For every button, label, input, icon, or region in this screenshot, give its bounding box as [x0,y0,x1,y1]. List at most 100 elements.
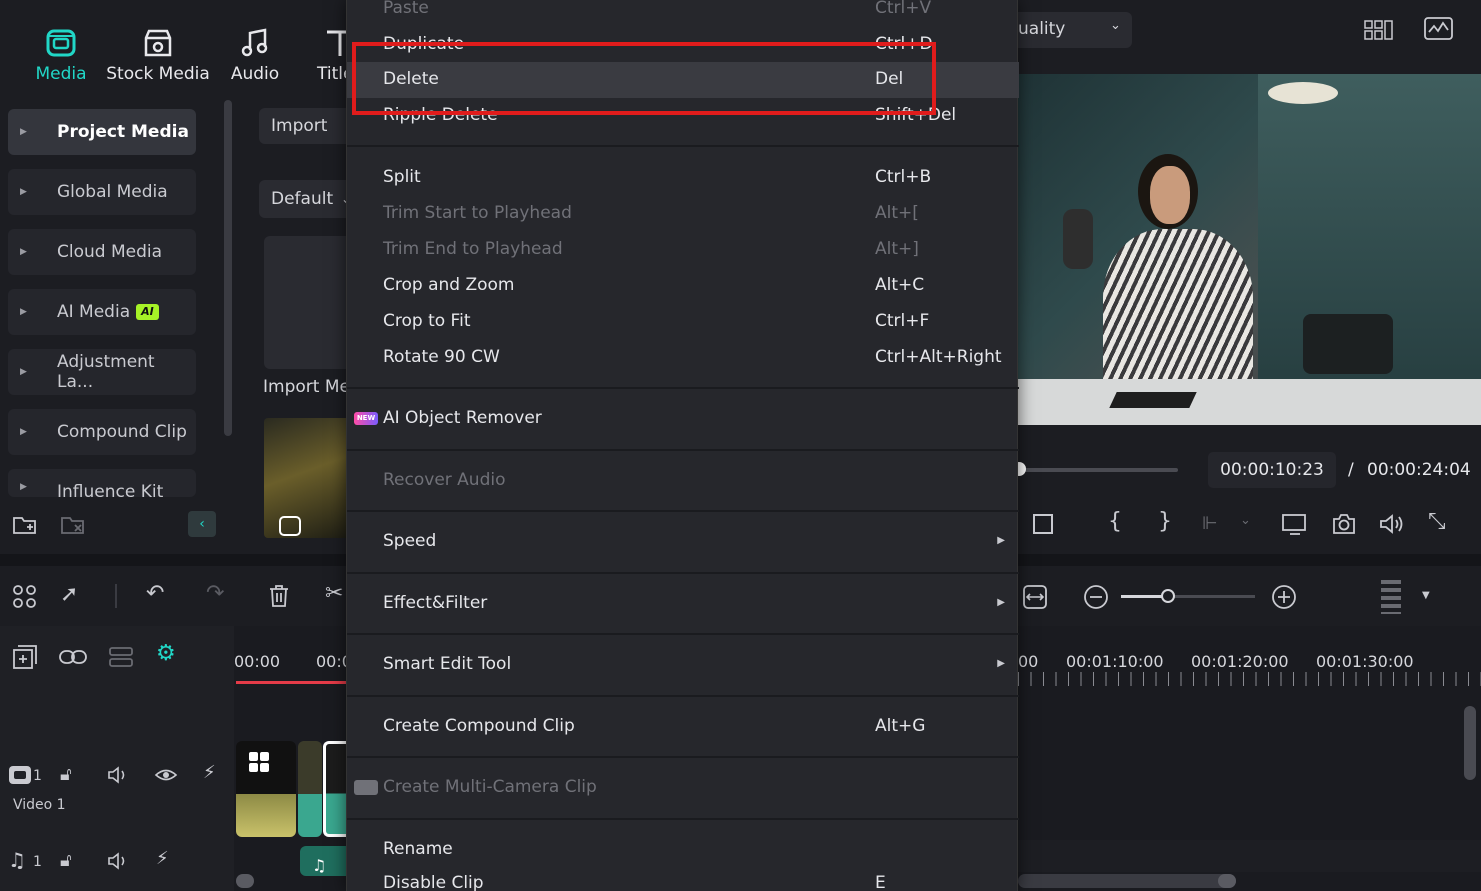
import-media-tile[interactable] [264,236,354,369]
media-icon [46,29,76,57]
link-icon[interactable] [58,646,88,668]
menu-item-ai-object-remover[interactable]: NEW AI Object Remover [347,401,1019,437]
triangle-right-icon: ▶ [20,367,27,377]
audio-clip[interactable]: ♫ [300,846,346,876]
menu-item-paste[interactable]: Paste Ctrl+V [347,0,1019,27]
menu-item-shortcut: Alt+[ [875,203,919,223]
auto-ripple-icon[interactable]: ⚙ [156,641,176,666]
audio-track-icon: ♫ [8,848,26,872]
import-media-label: Import Me [263,377,350,397]
fullscreen-icon[interactable]: ⤡ [1428,509,1446,534]
menu-separator [347,449,1019,451]
video-clip[interactable] [236,741,296,837]
tab-audio-label: Audio [230,64,280,84]
trash-icon[interactable] [268,584,290,608]
menu-item-rotate-90-cw[interactable]: Rotate 90 CW Ctrl+Alt+Right [347,340,1019,376]
horizontal-scroll-handle-right[interactable] [1218,874,1236,888]
stop-icon[interactable] [1033,514,1053,534]
person-shirt [1103,229,1253,399]
new-folder-icon[interactable] [12,514,38,536]
microphone [1063,209,1093,269]
magic-wand-icon[interactable]: ⚡︎ [203,762,216,783]
mark-in-icon[interactable]: { [1108,509,1122,534]
folder-remove-icon[interactable] [60,514,86,536]
sidebar-item-ai-media[interactable]: ▶ AI Media AI [8,289,196,335]
collapse-panel-button[interactable]: ‹ [188,511,216,537]
preview-video-frame[interactable] [1018,74,1481,425]
person-face [1150,166,1190,224]
quality-dropdown-label: uality [1018,19,1066,39]
group-icon[interactable] [108,644,134,670]
waveform-monitor-icon[interactable] [1424,17,1454,41]
menu-item-trim-end[interactable]: Trim End to Playhead Alt+] [347,232,1019,268]
current-time[interactable]: 00:00:10:23 [1208,452,1336,488]
chevron-down-icon[interactable]: ⌄ [1240,513,1251,528]
menu-item-speed[interactable]: Speed ▶ [347,524,1019,560]
eye-icon[interactable] [154,766,178,784]
sidebar-item-influence-kit[interactable]: ▶ Influence Kit [8,469,196,497]
horizontal-scrollbar[interactable] [1018,874,1236,888]
layout-grid-icon[interactable] [12,584,38,610]
lock-icon[interactable]: 🔓︎ [60,764,72,785]
zoom-slider-handle[interactable] [1160,589,1175,603]
sort-dropdown[interactable]: Default ⌄ [259,180,359,218]
menu-item-create-compound-clip[interactable]: Create Compound Clip Alt+G [347,709,1019,745]
tab-media[interactable]: Media [16,22,106,92]
audio-track-lane[interactable] [1018,840,1481,872]
menu-item-split[interactable]: Split Ctrl+B [347,160,1019,196]
menu-item-crop-and-zoom[interactable]: Crop and Zoom Alt+C [347,268,1019,304]
undo-icon[interactable]: ↶ [146,581,164,606]
sidebar-item-label: Adjustment La... [57,352,155,392]
menu-item-recover-audio[interactable]: Recover Audio [347,463,1019,499]
horizontal-scroll-handle[interactable] [236,874,254,888]
zoom-out-icon[interactable] [1083,584,1109,610]
media-thumbnail[interactable] [264,418,354,538]
menu-item-crop-to-fit[interactable]: Crop to Fit Ctrl+F [347,304,1019,340]
caret-down-icon[interactable]: ▼ [1422,590,1430,601]
select-tool-icon[interactable]: ➚ [60,582,78,607]
track-height-icon[interactable] [1381,580,1401,614]
fit-timeline-icon[interactable] [1022,584,1048,610]
menu-item-create-multi-camera-clip[interactable]: Create Multi-Camera Clip [347,770,1019,806]
vertical-scrollbar[interactable] [1464,706,1476,780]
menu-item-trim-start[interactable]: Trim Start to Playhead Alt+[ [347,196,1019,232]
zoom-in-icon[interactable] [1271,584,1297,610]
tab-stock-media[interactable]: Stock Media [106,22,210,92]
scissors-icon[interactable]: ✂ [325,581,343,606]
tab-audio[interactable]: Audio [210,22,300,92]
tab-stock-media-label: Stock Media [106,64,210,84]
sidebar-item-project-media[interactable]: ▶ Project Media [8,109,196,155]
quality-dropdown[interactable]: uality ⌄ [1018,12,1132,48]
magic-wand-icon[interactable]: ⚡︎ [156,848,169,869]
menu-item-shortcut: Ctrl+V [875,0,932,18]
add-track-icon[interactable] [12,644,38,670]
menu-separator [347,572,1019,574]
sidebar-item-adjustment-layer[interactable]: ▶ Adjustment La... [8,349,196,395]
sidebar-item-compound-clip[interactable]: ▶ Compound Clip [8,409,196,455]
menu-item-disable-clip[interactable]: Disable Clip E [347,866,1019,891]
sidebar-item-cloud-media[interactable]: ▶ Cloud Media [8,229,196,275]
menu-item-label: Crop and Zoom [383,275,515,295]
insert-clip-icon[interactable]: ⊩ [1202,513,1218,534]
volume-icon[interactable] [106,764,130,786]
volume-icon[interactable] [1378,512,1406,536]
menu-item-effect-filter[interactable]: Effect&Filter ▶ [347,586,1019,622]
mark-out-icon[interactable]: } [1158,509,1172,534]
redo-icon[interactable]: ↷ [206,581,224,606]
menu-item-smart-edit-tool[interactable]: Smart Edit Tool ▶ [347,647,1019,683]
video-track-icon [9,766,31,784]
ruler-ticks [1018,672,1481,686]
video-clip[interactable] [298,741,322,837]
lock-icon[interactable]: 🔓︎ [60,850,72,871]
display-icon[interactable] [1281,513,1309,537]
sidebar-item-global-media[interactable]: ▶ Global Media [8,169,196,215]
selected-video-clip[interactable] [323,741,346,837]
import-button[interactable]: Import [259,108,359,144]
grid-view-icon[interactable] [1364,20,1394,40]
sidebar-scrollbar[interactable] [224,100,232,436]
music-note-icon [241,28,268,57]
menu-item-rename[interactable]: Rename [347,832,1019,868]
snapshot-camera-icon[interactable] [1331,512,1357,536]
preview-progress-track[interactable] [1018,468,1178,472]
volume-icon[interactable] [106,850,130,872]
